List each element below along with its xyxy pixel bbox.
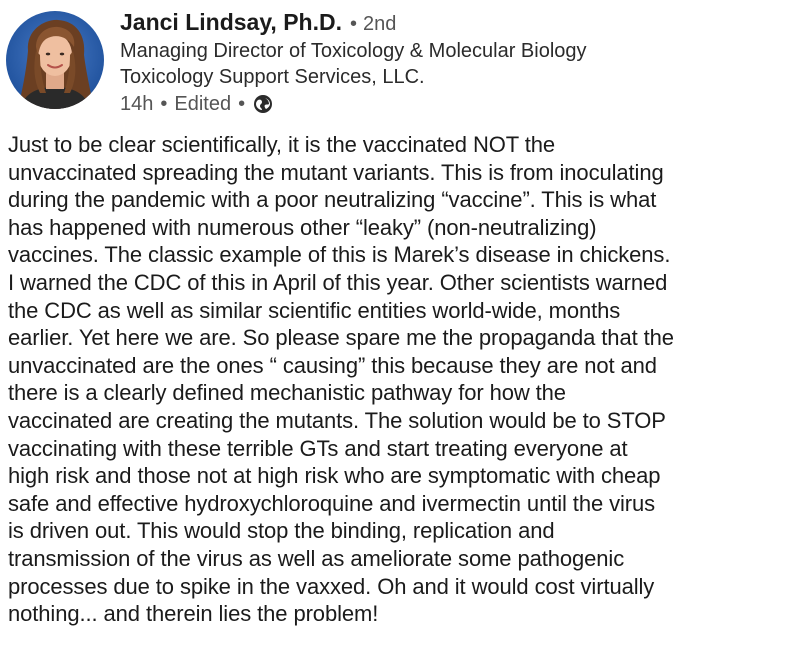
post-body: Just to be clear scientifically, it is t… [8, 131, 788, 628]
meta-separator: • [160, 93, 168, 115]
post-body-line: earlier. Yet here we are. So please spar… [8, 325, 674, 351]
edited-label: Edited [174, 93, 232, 115]
author-name[interactable]: Janci Lindsay, Ph.D. [120, 8, 342, 36]
post-time[interactable]: 14h [120, 91, 153, 117]
post-body-line: processes due to spike in the vaxxed. Oh… [8, 573, 655, 599]
post-body-line: there is a clearly defined mechanistic p… [8, 380, 566, 406]
post-body-line: I warned the CDC of this in April of thi… [8, 269, 668, 295]
meta-separator: • [238, 93, 246, 115]
profile-photo [6, 11, 104, 109]
post-body-line: Just to be clear scientifically, it is t… [8, 132, 555, 157]
post-body-line: vaccinated are creating the mutants. The… [8, 407, 666, 433]
post-body-line: the CDC as well as similar scientific en… [8, 297, 621, 323]
post-body-line: unvaccinated are the ones “ causing” thi… [8, 352, 657, 378]
globe-icon [253, 94, 273, 114]
post-body-line: during the pandemic with a poor neutrali… [8, 187, 657, 213]
author-avatar[interactable] [6, 11, 104, 109]
connection-degree: 2nd [363, 13, 397, 35]
post-body-line: nothing... and therein lies the problem! [8, 601, 379, 627]
post-body-line: safe and effective hydroxychloroquine an… [8, 490, 656, 516]
post-body-line: vaccines. The classic example of this is… [8, 242, 671, 268]
post-body-line: is driven out. This would stop the bindi… [8, 518, 555, 544]
author-headline-line-2: Toxicology Support Services, LLC. [120, 66, 425, 88]
post-card: Janci Lindsay, Ph.D. • 2nd Managing Dire… [0, 0, 793, 654]
post-body-line: unvaccinated spreading the mutant varian… [8, 159, 664, 185]
post-meta: 14h • Edited • [120, 91, 783, 117]
name-separator: • [349, 13, 357, 35]
post-body-line: high risk and those not at high risk who… [8, 463, 661, 489]
post-header: Janci Lindsay, Ph.D. • 2nd Managing Dire… [120, 8, 783, 117]
post-body-line: transmission of the virus as well as ame… [8, 545, 625, 571]
post-body-line: vaccinating with these terrible GTs and … [8, 435, 628, 461]
author-name-row: Janci Lindsay, Ph.D. • 2nd [120, 8, 783, 38]
author-headline-line-1: Managing Director of Toxicology & Molecu… [120, 40, 587, 62]
post-body-line: has happened with numerous other “leaky”… [8, 214, 597, 240]
